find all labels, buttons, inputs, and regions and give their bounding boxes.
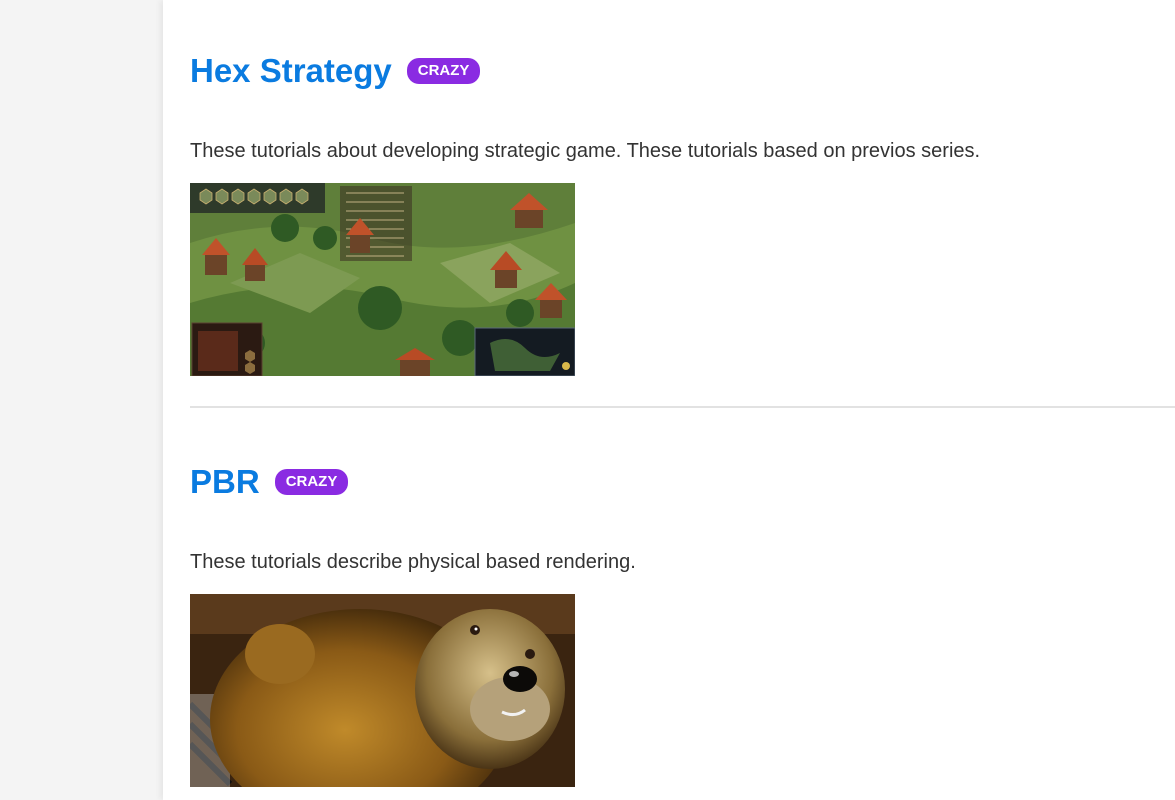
page: Hex Strategy CRAZY These tutorials about… [0,0,1175,800]
difficulty-badge: CRAZY [406,58,481,84]
left-gutter [0,0,163,800]
tutorial-card-hex-strategy: Hex Strategy CRAZY These tutorials about… [190,50,1175,376]
title-row: Hex Strategy CRAZY [190,50,1175,92]
tutorial-list: Hex Strategy CRAZY These tutorials about… [163,0,1175,800]
hex-strategy-screenshot[interactable] [190,183,575,376]
tutorial-title-link[interactable]: PBR [190,461,260,503]
difficulty-badge: CRAZY [274,469,349,495]
title-row: PBR CRAZY [190,461,1175,503]
section-divider [190,406,1175,408]
tutorial-title-link[interactable]: Hex Strategy [190,50,392,92]
tutorial-card-pbr: PBR CRAZY These tutorials describe physi… [190,461,1175,787]
tutorial-description: These tutorials about developing strateg… [190,140,981,162]
pbr-bear-render[interactable] [190,594,575,787]
tutorial-description: These tutorials describe physical based … [190,551,636,573]
